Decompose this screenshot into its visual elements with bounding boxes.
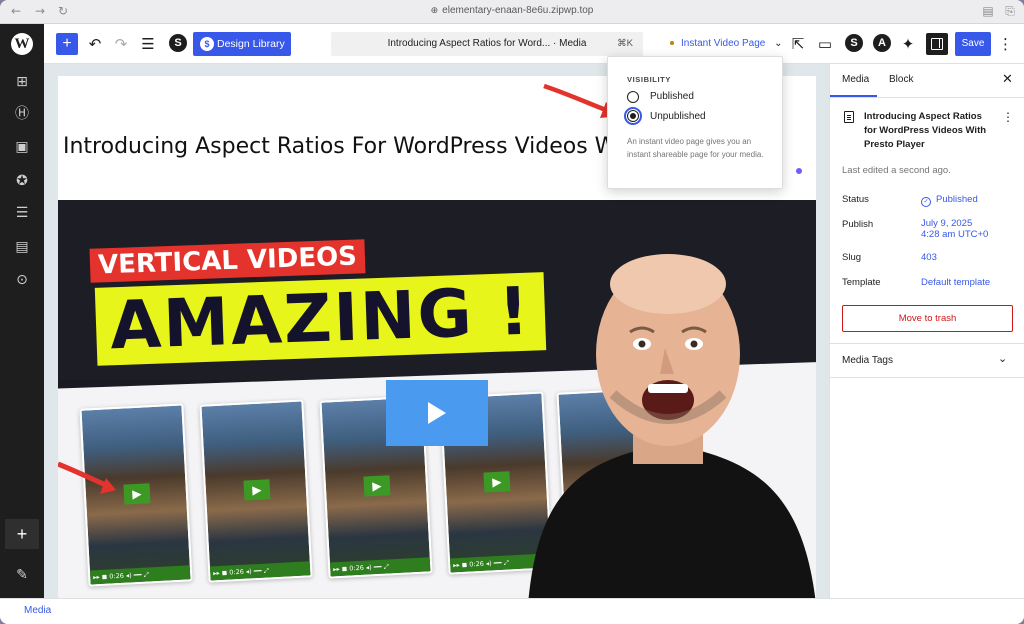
divider <box>830 377 1024 378</box>
spectra-icon[interactable]: S <box>169 34 187 52</box>
play-icon: ▶ <box>483 471 511 493</box>
external-link-icon[interactable]: ⇱ <box>790 34 806 54</box>
star-icon[interactable]: ✪ <box>13 172 31 190</box>
radio-label-unpublished[interactable]: Unpublished <box>650 111 706 122</box>
media-tags-panel-title[interactable]: Media Tags <box>842 355 893 366</box>
editor-toolbar: W + ↶ ↷ ☰ S $ Design Library Introducing … <box>0 24 1024 64</box>
settings-sidebar: Media Block ✕ Introducing Aspect Ratios … <box>829 64 1024 598</box>
radio-label-published[interactable]: Published <box>650 91 694 102</box>
tab-media[interactable]: Media <box>842 74 869 85</box>
status-dot-icon <box>670 41 674 46</box>
publish-date[interactable]: July 9, 2025 4:28 am UTC+0 <box>921 218 988 240</box>
publish-label: Publish <box>842 219 874 230</box>
chevron-down-icon[interactable]: ⌄ <box>998 352 1007 365</box>
wordpress-icon: W <box>11 33 33 55</box>
heading-icon[interactable]: Ⓗ <box>13 105 31 123</box>
visibility-help-text: An instant video page gives you an insta… <box>627 137 764 159</box>
left-sidebar: ⊞ Ⓗ ▣ ✪ ☰ ▤ ⊙ + ✎ <box>0 64 44 598</box>
tab-block[interactable]: Block <box>889 74 913 85</box>
edit-icon[interactable]: ✎ <box>13 566 31 584</box>
more-actions-icon[interactable]: ⋮ <box>1002 110 1014 124</box>
stack-icon[interactable]: ☰ <box>13 204 31 222</box>
block-indicator-dot <box>796 168 802 174</box>
command-shortcut: ⌘K <box>617 38 633 49</box>
browser-bar: ← → ↻ ⊕ elementary-enaan-8e6u.zipwp.top ▤… <box>0 0 1024 24</box>
wordpress-logo-button[interactable]: W <box>0 24 44 64</box>
form-icon[interactable]: ▤ <box>13 238 31 256</box>
status-value[interactable]: ✓ Published <box>921 194 978 207</box>
sidebar-icon <box>931 38 943 50</box>
radio-unpublished[interactable] <box>627 110 639 122</box>
chevron-down-icon: ⌄ <box>774 38 783 49</box>
document-overview-icon[interactable]: ☰ <box>140 34 156 54</box>
status-label: Status <box>842 194 869 205</box>
image-icon[interactable]: ▣ <box>13 138 31 156</box>
url-text: elementary-enaan-8e6u.zipwp.top <box>442 5 594 16</box>
address-bar[interactable]: ⊕ elementary-enaan-8e6u.zipwp.top <box>0 5 1024 16</box>
presto-player-icon[interactable]: S <box>845 34 863 52</box>
move-to-trash-button[interactable]: Move to trash <box>842 305 1013 332</box>
last-edited: Last edited a second ago. <box>842 165 951 176</box>
app-window: ← → ↻ ⊕ elementary-enaan-8e6u.zipwp.top ▤… <box>0 0 1024 624</box>
lock-icon: ⊕ <box>430 6 439 16</box>
instant-video-page-button[interactable]: Instant Video Page ⌄ <box>670 38 783 49</box>
more-options-icon[interactable]: ⋮ <box>998 34 1013 54</box>
slug-value[interactable]: 403 <box>921 252 937 263</box>
design-library-icon: $ <box>200 37 214 51</box>
red-arrow-icon <box>58 461 116 494</box>
save-button[interactable]: Save <box>955 32 991 56</box>
redo-icon[interactable]: ↷ <box>113 34 129 54</box>
preview-device-icon[interactable]: ▭ <box>817 34 833 54</box>
thumbnail-yellow-label: AMAZING ! <box>94 272 546 366</box>
divider <box>830 97 1024 98</box>
pointer-icon[interactable]: ⊙ <box>13 271 31 289</box>
video-play-button[interactable] <box>386 380 488 446</box>
template-label: Template <box>842 277 881 288</box>
play-icon <box>428 402 446 424</box>
divider <box>830 343 1024 344</box>
sidebar-post-title: Introducing Aspect Ratios for WordPress … <box>864 111 987 150</box>
visibility-popover: VISIBILITY Published Unpublished An inst… <box>607 56 783 189</box>
phone-frame: ▶ ▸▸ ◼ 0:26 ◂) ━━ ⤢ <box>199 399 313 583</box>
presenter-photo <box>528 254 816 598</box>
play-icon: ▶ <box>243 479 271 501</box>
breadcrumb-footer: Media <box>0 598 1024 624</box>
document-bar[interactable]: Introducing Aspect Ratios for Word... · … <box>331 32 643 56</box>
play-icon: ▶ <box>363 475 391 497</box>
share-icon[interactable]: ⎘ <box>1003 4 1017 18</box>
layout-icon[interactable]: ⊞ <box>13 73 31 91</box>
slug-label: Slug <box>842 252 862 263</box>
template-value[interactable]: Default template <box>921 277 990 288</box>
settings-sidebar-toggle[interactable] <box>926 33 948 55</box>
astra-icon[interactable]: A <box>873 34 891 52</box>
document-title: Introducing Aspect Ratios for Word... <box>387 38 551 49</box>
block-inserter-button[interactable]: + <box>56 33 78 55</box>
document-type: · Media <box>553 38 587 49</box>
close-icon[interactable]: ✕ <box>1002 72 1013 87</box>
video-thumbnail[interactable]: VERTICAL VIDEOS AMAZING ! ▶ ▸▸ ◼ 0:26 ◂)… <box>58 200 816 598</box>
document-icon <box>844 111 854 123</box>
design-library-button[interactable]: $ Design Library <box>193 32 291 56</box>
add-block-button[interactable]: + <box>5 519 39 549</box>
undo-icon[interactable]: ↶ <box>87 34 103 54</box>
ai-sparkle-icon[interactable]: ✦ <box>900 34 916 54</box>
radio-published[interactable] <box>627 91 639 103</box>
published-status-icon: ✓ <box>921 197 931 207</box>
visibility-heading: VISIBILITY <box>627 75 671 84</box>
play-icon: ▶ <box>123 483 151 505</box>
reader-icon[interactable]: ▤ <box>981 4 995 18</box>
post-title[interactable]: Introducing Aspect Ratios For WordPress … <box>63 134 623 164</box>
breadcrumb-media[interactable]: Media <box>24 605 51 616</box>
